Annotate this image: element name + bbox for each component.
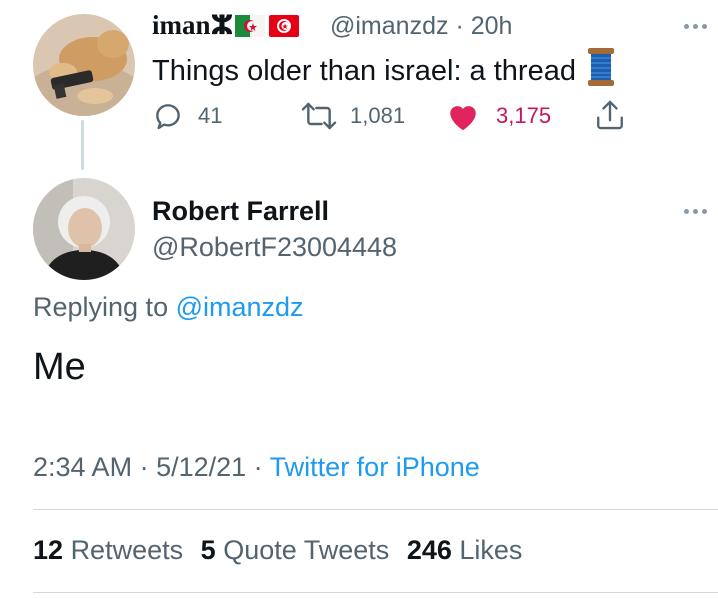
tweet-metadata: 2:34 AM · 5/12/21 · Twitter for iPhone: [33, 452, 480, 482]
avatar[interactable]: [33, 178, 135, 280]
tweet-time[interactable]: 2:34 AM: [33, 452, 132, 482]
tweet-source-link[interactable]: Twitter for iPhone: [270, 452, 480, 482]
quote-tweets-stat[interactable]: 5 Quote Tweets: [201, 535, 390, 565]
likes-stat[interactable]: 246 Likes: [407, 535, 523, 565]
retweet-icon: [301, 102, 337, 130]
engagement-stats: 12 Retweets 5 Quote Tweets 246 Likes: [33, 535, 522, 566]
author-handle-and-time[interactable]: @imanzdz · 20h: [330, 12, 512, 41]
tweet-text: Things older than israel: a thread: [152, 48, 616, 94]
tweet-date[interactable]: 5/12/21: [156, 452, 246, 482]
more-options-icon[interactable]: [684, 209, 707, 214]
reply-count: 41: [198, 103, 223, 128]
author-name[interactable]: Robert Farrell: [152, 196, 329, 227]
tweet-text: Me: [33, 346, 86, 388]
author-handle[interactable]: @RobertF23004448: [152, 232, 397, 263]
reply-icon: [156, 104, 180, 130]
like-button[interactable]: 3,175: [446, 100, 551, 132]
avatar[interactable]: [33, 14, 135, 116]
share-icon: [597, 100, 623, 130]
heart-icon: [450, 106, 476, 131]
more-options-icon[interactable]: [684, 24, 707, 29]
retweet-button[interactable]: 1,081: [300, 100, 405, 132]
thread-connector-line: [81, 120, 84, 170]
share-button[interactable]: [594, 98, 626, 132]
tunisia-flag-icon: [269, 13, 300, 44]
author-name[interactable]: imanⵣ: [152, 10, 300, 44]
replying-to: Replying to @imanzdz: [33, 292, 304, 322]
retweet-count: 1,081: [350, 103, 406, 128]
retweets-stat[interactable]: 12 Retweets: [33, 535, 183, 565]
spool-of-thread-icon: [586, 48, 616, 94]
algeria-flag-icon: [235, 13, 266, 44]
replying-to-link[interactable]: @imanzdz: [176, 292, 304, 322]
amazigh-symbol-icon: ⵣ: [210, 10, 234, 41]
reply-button[interactable]: 41: [152, 100, 222, 132]
divider: [33, 509, 718, 510]
divider: [33, 592, 718, 593]
like-count: 3,175: [496, 103, 552, 128]
